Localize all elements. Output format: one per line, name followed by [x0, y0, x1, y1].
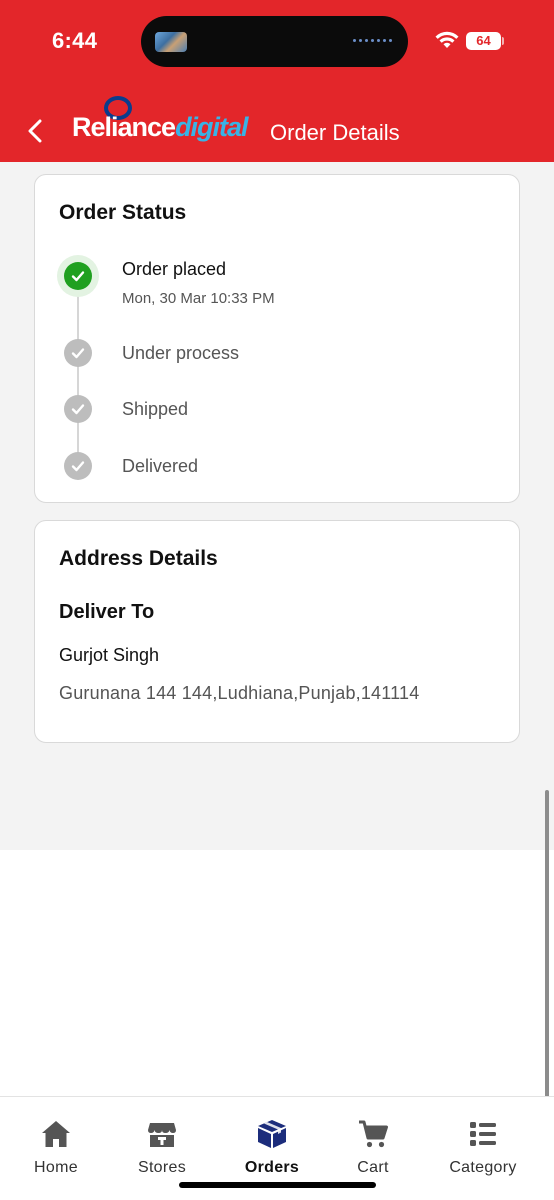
check-circle-icon: [64, 452, 92, 480]
address-details-card: Address Details Deliver To Gurjot Singh …: [34, 520, 520, 743]
recipient-name: Gurjot Singh: [59, 645, 160, 665]
nav-category[interactable]: Category: [428, 1119, 538, 1181]
dynamic-island: [141, 16, 408, 67]
step-shipped: Shipped: [122, 399, 189, 419]
nav-category-label: Category: [449, 1159, 517, 1176]
step-under-process: Under process: [122, 343, 240, 363]
step-order-placed-date: Mon, 30 Mar 10:33 PM: [122, 290, 275, 307]
nav-home-label: Home: [34, 1159, 78, 1176]
logo-digital-text: digital: [175, 112, 248, 142]
battery-tip: [502, 37, 504, 45]
nav-home[interactable]: Home: [1, 1119, 111, 1181]
page-title: Order Details: [270, 120, 400, 145]
app-header: 6:44 64 Reliancedigital Order Details: [0, 0, 554, 162]
scrollbar[interactable]: [545, 790, 549, 1100]
battery-level: 64: [466, 32, 501, 50]
nav-orders[interactable]: Orders: [217, 1119, 327, 1181]
address-details-title: Address Details: [59, 547, 218, 570]
check-circle-icon: [64, 339, 92, 367]
nav-orders-label: Orders: [244, 1159, 300, 1176]
order-timeline: Order placed Mon, 30 Mar 10:33 PM Under …: [35, 175, 519, 502]
chevron-left-icon: [28, 119, 42, 143]
timeline-connector: [77, 277, 79, 465]
cart-icon: [359, 1120, 388, 1148]
logo-reliance-text: Reliance: [72, 112, 176, 142]
home-icon: [42, 1121, 70, 1147]
nav-stores-label: Stores: [137, 1159, 187, 1176]
wifi-icon: [435, 31, 459, 48]
status-time: 6:44: [52, 28, 98, 53]
check-circle-icon: [64, 395, 92, 423]
package-icon: [258, 1120, 286, 1148]
step-order-placed: Order placed: [122, 259, 227, 279]
nav-stores[interactable]: Stores: [107, 1119, 217, 1181]
audio-waveform-icon: [353, 39, 392, 42]
reliance-digital-logo[interactable]: Reliancedigital: [72, 96, 264, 148]
nav-cart-label: Cart: [357, 1159, 389, 1176]
step-delivered: Delivered: [122, 456, 199, 476]
deliver-to-label: Deliver To: [59, 601, 155, 623]
store-icon: [148, 1123, 176, 1147]
order-status-card: Order Status Order placed Mon, 30 Mar 10…: [34, 174, 520, 503]
now-playing-thumbnail: [155, 32, 187, 52]
category-list-icon: [470, 1122, 496, 1146]
check-circle-icon: [64, 262, 92, 290]
nav-cart[interactable]: Cart: [318, 1119, 428, 1181]
logo-wordmark: Reliancedigital: [72, 112, 249, 143]
back-button[interactable]: [22, 116, 50, 146]
content-area: Order Status Order placed Mon, 30 Mar 10…: [0, 162, 554, 850]
address-line: Gurunana 144 144,Ludhiana,Punjab,141114: [59, 683, 420, 703]
home-indicator[interactable]: [179, 1182, 376, 1188]
